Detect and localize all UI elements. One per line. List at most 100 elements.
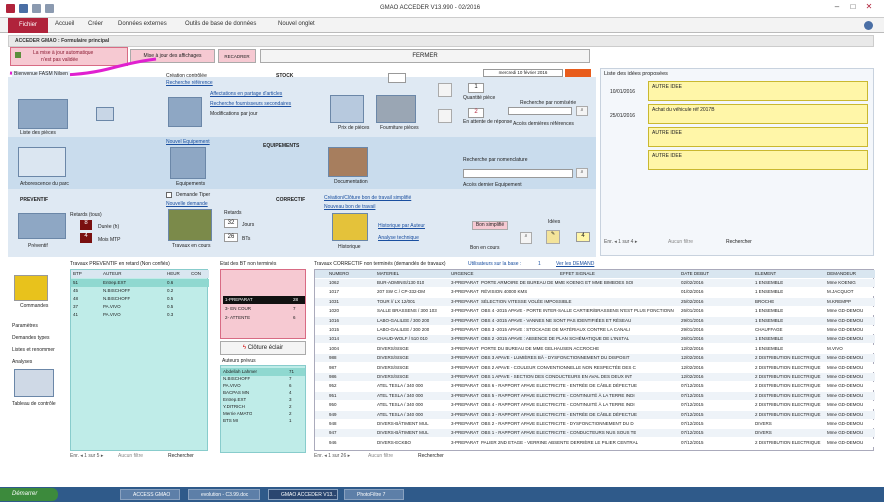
stock-link-3[interactable]: Modifications par jour [210, 111, 258, 117]
taskbar-item-4[interactable]: PhotoFiltre 7 [344, 489, 404, 500]
bon-simplifie-button[interactable]: Bon simplifié [472, 221, 508, 230]
table-row[interactable]: 1017 207 SW C / CP-332-DM 3-PREPARAT RÉVISI… [315, 288, 875, 297]
cloture-eclair-button[interactable]: ϟ Clôture éclair [220, 341, 306, 355]
table-row[interactable]: 1015 LABO-GALILEE / 300 200 3-PREPARAT OBS … [315, 326, 875, 334]
table-row[interactable]: 988 DIVERS/SISGE 3-PREPARAT OBS 3 APAVE - L… [315, 354, 875, 363]
table-row[interactable]: 1020 SALLE BRASSENS / 300 103 3-PREPARAT OB… [315, 307, 875, 316]
table-row[interactable]: 1004 DIVERS/SISGE 3-PREPARAT PORTE DU BUREA… [315, 344, 875, 353]
equipment-image[interactable] [170, 147, 206, 179]
redo-icon[interactable] [45, 4, 54, 13]
commandes-truck-icon[interactable] [14, 275, 48, 301]
stock-search-ref[interactable]: Recherche référence [166, 80, 213, 86]
table-row[interactable]: 37 PA.VIVO 0.5 [71, 303, 209, 311]
table-row[interactable]: 947 DIVERS-BÂTIMENT MUL 3-PREPARAT OBS 1 - … [315, 429, 875, 438]
sidebar-item-demandes[interactable]: Demandes types [12, 335, 50, 341]
table-row[interactable]: 949 ATEL TESLA / 340 000 3-PREPARAT OBS 3 -… [315, 410, 875, 419]
analyse-technique-link[interactable]: Analyse technique [378, 235, 419, 241]
etat-row-3[interactable]: 2- ATTENTE 6 [223, 314, 305, 322]
demande-checkbox[interactable] [166, 192, 172, 198]
table-row[interactable]: 51 Entrep.EXT 0.6 [71, 279, 209, 287]
table-row[interactable]: 946 DIVERS-ECKBO 3-PREPARAT PALIER 2ND ETAG… [315, 438, 875, 447]
taskbar-item-3[interactable]: GMAO ACCEDER V13... [268, 489, 338, 500]
save-icon[interactable] [19, 4, 28, 13]
table-row[interactable]: 952 ATEL TESLA / 340 000 3-PREPARAT OBS 6 -… [315, 382, 875, 391]
table-row[interactable]: 48 N.BISCHOFF 0.5 [71, 295, 209, 303]
stock-filter-field[interactable] [388, 73, 406, 83]
document-tab[interactable]: ACCEDER GMAO : Formulaire principal [15, 38, 109, 44]
users-link[interactable]: Ver les DEMAND [556, 261, 594, 267]
bon-search-icon[interactable]: ⌕ [520, 232, 532, 244]
nouveau-bt-link[interactable]: Nouveau bon de travail [324, 204, 375, 210]
ideas-nav[interactable]: Enr. ◂ 1 sur 4 ▸ [604, 239, 637, 245]
table-row[interactable]: 1014 CHAUD-WOLF / 510 010 3-PREPARAT OBS 2 … [315, 335, 875, 344]
list-item[interactable]: BTS MI 1 [221, 417, 305, 425]
analyses-chart-icon[interactable] [14, 369, 54, 397]
ideas-nofilter[interactable]: Aucun filtre [668, 239, 693, 245]
fourniture-image[interactable] [376, 95, 416, 123]
historique-auteur-link[interactable]: Historique par Auteur [378, 223, 425, 229]
tab-accueil[interactable]: Accueil [55, 21, 74, 27]
tab-creer[interactable]: Créer [88, 21, 103, 27]
equipment-search-icon[interactable]: ⌕ [576, 168, 588, 178]
tab-outils-base[interactable]: Outils de base de données [185, 21, 256, 27]
etat-row-2[interactable]: 3- EN COUR 7 [223, 305, 305, 313]
table-row[interactable]: 1016 LABO-GALILEE / 300 200 3-PREPARAT OBS … [315, 316, 875, 325]
undo-icon[interactable] [32, 4, 41, 13]
parts-image[interactable] [18, 99, 68, 129]
table-row[interactable]: 1031 TOUR // LX 12/001 3-PREPARAT SÉLECTION… [315, 297, 875, 306]
table-row[interactable]: 987 DIVERS/SISGE 3-PREPARAT OBS 2 APAVE - C… [315, 363, 875, 372]
table-row[interactable]: 45 N.BISCHOFF 0.2 [71, 287, 209, 295]
tree-image[interactable] [18, 147, 66, 177]
sidebar-item-analyses[interactable]: Analyses [12, 359, 32, 365]
prev-table-search[interactable]: Rechercher [168, 453, 194, 459]
taskbar-item-2[interactable]: evolution - C3.99.doc [188, 489, 260, 500]
pin-icon[interactable] [96, 107, 114, 121]
documentation-image[interactable] [328, 147, 368, 177]
table-row[interactable]: 41 PA.VIVO 0.3 [71, 311, 209, 319]
sidebar-item-commandes[interactable]: Commandes [20, 303, 48, 309]
start-button[interactable]: Démarrer [0, 488, 58, 501]
stock-search-icon[interactable]: ⌕ [576, 106, 588, 116]
sidebar-item-listes[interactable]: Listes et renommer [12, 347, 55, 353]
corr-table-nav[interactable]: Enr. ◂ 1 sur 26 ▸ [314, 453, 350, 459]
tab-donnees-externes[interactable]: Données externes [118, 21, 167, 27]
taskbar-item-1[interactable]: ACCESS GMAO [120, 489, 180, 500]
travaux-image[interactable] [168, 209, 212, 241]
prev-table-nav[interactable]: Enr. ◂ 1 sur 5 ▸ [70, 453, 103, 459]
help-icon[interactable] [864, 21, 873, 30]
nouvelle-demande-link[interactable]: Nouvelle demande [166, 201, 208, 207]
preventive-image[interactable] [18, 213, 66, 239]
corr-table-search[interactable]: Rechercher [418, 453, 444, 459]
sidebar-item-parametres[interactable]: Paramètres [12, 323, 38, 329]
table-row[interactable]: 948 DIVERS-BÂTIMENT MUL 3-PREPARAT OBS 2 - … [315, 420, 875, 428]
prev-table-nofilter[interactable]: Aucun filtre [118, 453, 143, 459]
idea-item-2[interactable]: Achat du véhicule réf 2017B [648, 104, 868, 124]
stock-list-image[interactable] [168, 97, 202, 127]
table-row[interactable]: 950 ATEL TESLA / 340 000 3-PREPARAT OBS 4 -… [315, 401, 875, 410]
recadrer-button[interactable]: RECADRER [218, 49, 256, 63]
table-row[interactable]: 986 DIVERS/SISGE 3-PREPARAT OBS 1 APAVE - S… [315, 373, 875, 381]
fermer-button[interactable]: FERMER [260, 49, 590, 63]
propose-button[interactable] [438, 109, 452, 123]
new-equipment-link[interactable]: Nouvel Equipement [166, 139, 210, 145]
stock-deletion[interactable]: Création contrôlée [166, 73, 207, 79]
etat-row-1[interactable]: 1-PREPARAT 28 [223, 296, 305, 304]
tab-nouvel-onglet[interactable]: Nouvel onglet [278, 21, 315, 27]
prix-pieces-image[interactable] [330, 95, 364, 123]
inventory-button[interactable] [438, 83, 452, 97]
sidebar-item-tableau[interactable]: Tableau de contrôle [12, 401, 56, 407]
idea-item-1[interactable]: AUTRE IDEE [648, 81, 868, 101]
idea-item-3[interactable]: AUTRE IDEE [648, 127, 868, 147]
creation-bt-link[interactable]: Création/Clôture bon de travail simplifi… [324, 195, 411, 201]
table-row[interactable]: 951 ATEL TESLA / 340 000 3-PREPARAT OBS 5 -… [315, 391, 875, 400]
close-icon[interactable]: ✕ [862, 2, 876, 14]
idea-pencil-icon[interactable]: ✎ [546, 230, 560, 244]
corr-table-nofilter[interactable]: Aucun filtre [368, 453, 393, 459]
table-row[interactable]: 1062 BUR-ADMINIS/130 010 3-PREPARAT PORTE A… [315, 279, 875, 287]
historique-image[interactable] [332, 213, 368, 241]
maximize-icon[interactable]: □ [846, 2, 860, 14]
stock-link-1[interactable]: Affectations en partage d'articles [210, 91, 282, 97]
minimize-icon[interactable]: – [830, 2, 844, 14]
stock-link-2[interactable]: Recherche fournisseurs secondaires [210, 101, 291, 107]
equipment-search-input[interactable] [463, 169, 573, 178]
